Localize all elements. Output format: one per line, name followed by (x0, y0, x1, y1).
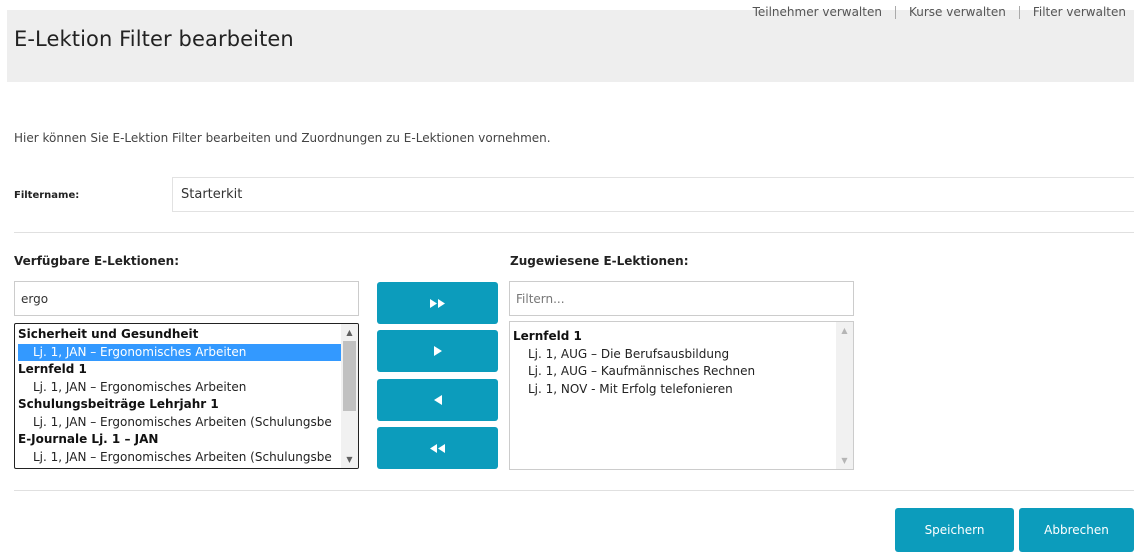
page-header: E-Lektion Filter bearbeiten (7, 10, 1134, 82)
top-navigation: Teilnehmer verwalten Kurse verwalten Fil… (753, 5, 1126, 19)
assigned-lessons-label: Zugewiesene E-Lektionen: (510, 254, 689, 268)
available-lessons-listbox[interactable]: Sicherheit und Gesundheit Lj. 1, JAN – Er… (14, 323, 359, 469)
list-option[interactable]: Lj. 1, JAN – Ergonomisches Arbeiten (Sch… (15, 449, 341, 467)
list-group-label: Schulungsbeiträge Lehrjahr 1 (18, 397, 219, 411)
scroll-down-icon[interactable]: ▼ (836, 452, 853, 469)
list-option[interactable]: Lj. 1, NOV - Mit Erfolg telefonieren (510, 381, 836, 399)
assigned-lessons-list: Lernfeld 1 Lj. 1, AUG – Die Berufsausbild… (510, 322, 836, 469)
move-all-left-button[interactable] (377, 427, 498, 469)
scroll-down-icon[interactable]: ▼ (341, 451, 358, 468)
filtername-input[interactable] (172, 177, 1134, 212)
list-option[interactable]: Lj. 1, JAN – Ergonomisches Arbeiten (Sch… (15, 414, 341, 432)
double-arrow-right-icon (429, 298, 445, 308)
list-group-label: Lernfeld 1 (513, 329, 582, 343)
double-arrow-left-icon (429, 443, 445, 453)
assigned-filter-input[interactable] (509, 281, 854, 316)
available-lessons-label: Verfügbare E-Lektionen: (14, 254, 180, 268)
list-group-label: Sicherheit und Gesundheit (18, 327, 199, 341)
list-option[interactable]: Lj. 1, JAN – Ergonomisches Arbeiten (18, 343, 341, 361)
nav-separator (894, 5, 896, 19)
cancel-button[interactable]: Abbrechen (1019, 508, 1134, 552)
nav-link-kurse[interactable]: Kurse verwalten (909, 5, 1006, 19)
list-option[interactable]: Lj. 1, JAN – Ergonomisches Arbeiten (15, 379, 341, 397)
page-title: E-Lektion Filter bearbeiten (14, 27, 294, 51)
available-lessons-list: Sicherheit und Gesundheit Lj. 1, JAN – Er… (15, 324, 341, 468)
nav-link-filter[interactable]: Filter verwalten (1033, 5, 1126, 19)
list-option[interactable]: Lj. 1, AUG – Kaufmännisches Rechnen (510, 363, 836, 381)
assigned-scrollbar[interactable]: ▲ ▼ (836, 322, 853, 469)
scroll-up-icon[interactable]: ▲ (836, 322, 853, 339)
nav-link-teilnehmer[interactable]: Teilnehmer verwalten (753, 5, 882, 19)
scroll-up-icon[interactable]: ▲ (341, 324, 358, 341)
intro-text: Hier können Sie E-Lektion Filter bearbei… (14, 131, 551, 145)
save-button[interactable]: Speichern (895, 508, 1014, 552)
filtername-label: Filtername: (14, 190, 80, 201)
list-option[interactable]: Lj. 1, AUG – Die Berufsausbildung (510, 346, 836, 364)
move-left-button[interactable] (377, 379, 498, 421)
nav-separator (1018, 5, 1020, 19)
list-group-label: E-Journale Lj. 1 – JAN (18, 432, 159, 446)
move-all-right-button[interactable] (377, 282, 498, 324)
available-search-input[interactable] (14, 281, 359, 316)
move-right-button[interactable] (377, 330, 498, 372)
divider (14, 232, 1134, 233)
list-group-label: Lernfeld 1 (18, 362, 87, 376)
scroll-thumb[interactable] (343, 341, 356, 411)
assigned-lessons-listbox[interactable]: Lernfeld 1 Lj. 1, AUG – Die Berufsausbild… (509, 321, 854, 470)
available-scrollbar[interactable]: ▲ ▼ (341, 324, 358, 468)
divider (14, 490, 1134, 491)
arrow-right-icon (433, 346, 442, 356)
arrow-left-icon (433, 395, 442, 405)
